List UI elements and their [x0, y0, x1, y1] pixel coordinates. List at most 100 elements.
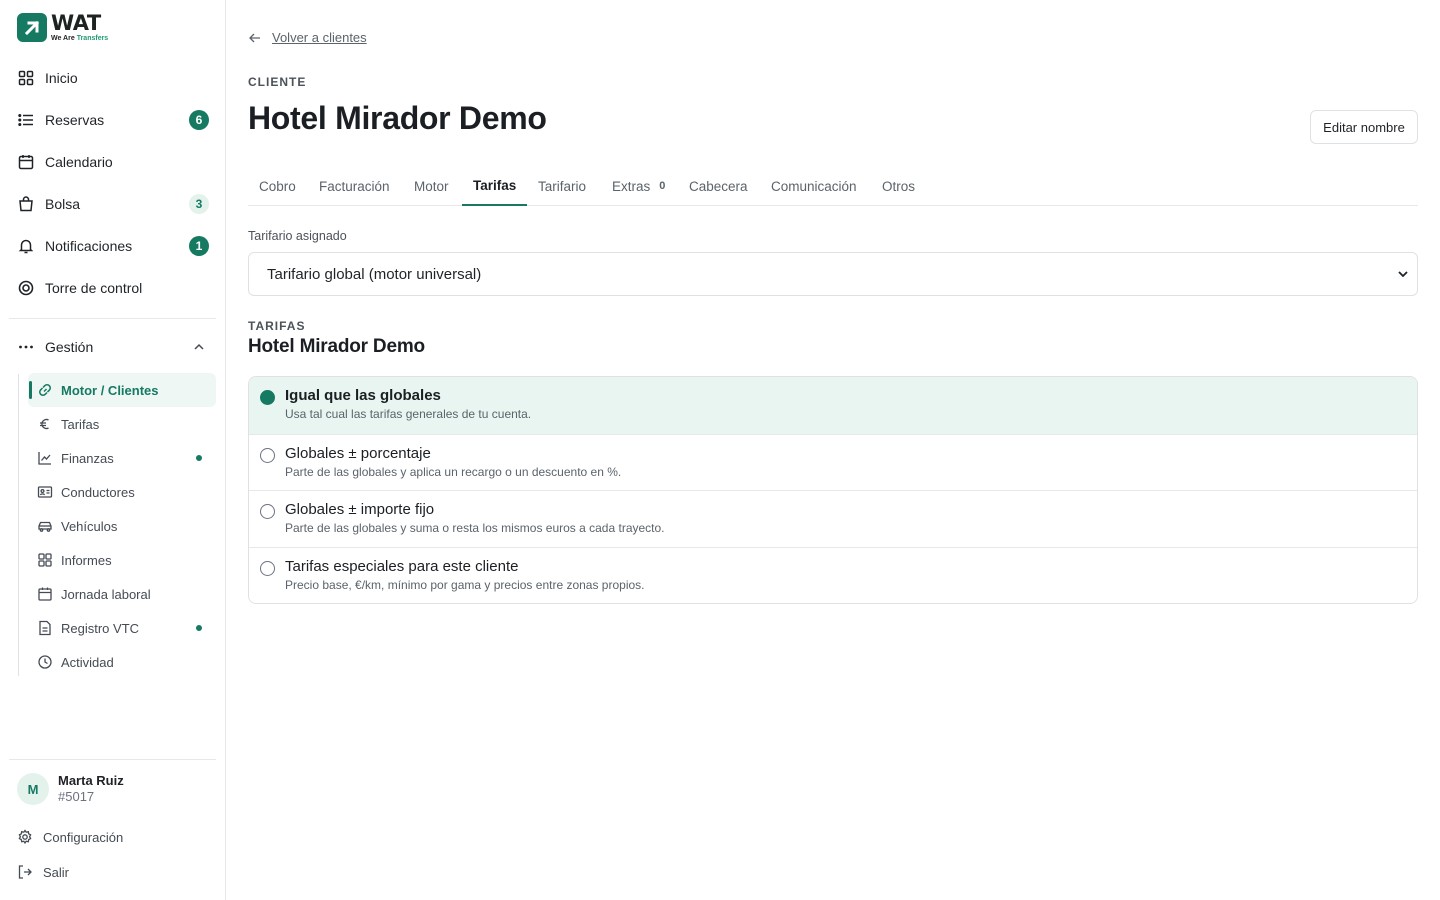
- brand-logo[interactable]: WAT We Are Transfers: [17, 13, 108, 42]
- radio-unselected[interactable]: [260, 561, 275, 576]
- bag-icon: [17, 195, 35, 213]
- sidebar-item-label: Informes: [61, 552, 112, 568]
- arrow-logo-icon: [17, 13, 47, 42]
- grid-icon: [17, 69, 35, 87]
- euro-icon: [37, 416, 53, 432]
- chart-icon: [37, 450, 53, 466]
- arrow-left-icon: [248, 31, 262, 45]
- nav-item-calendario[interactable]: Calendario: [17, 147, 209, 177]
- active-indicator: [29, 381, 32, 399]
- brand-tagline: We Are Transfers: [51, 35, 109, 42]
- configuracion-label: Configuración: [43, 829, 124, 845]
- user-id: #5017: [58, 789, 95, 804]
- option-igual-globales[interactable]: Igual que las globales Usa tal cual las …: [249, 377, 1417, 434]
- user-name: Marta Ruiz: [58, 773, 124, 789]
- sidebar-item-vehiculos[interactable]: Vehículos: [28, 509, 216, 543]
- option-description: Precio base, €/km, mínimo por gama y pre…: [285, 578, 645, 592]
- nav-item-notificaciones[interactable]: Notificaciones 1: [17, 231, 209, 261]
- grid-icon: [37, 552, 53, 568]
- sidebar-item-motor-clientes[interactable]: Motor / Clientes: [28, 373, 216, 407]
- sidebar-item-conductores[interactable]: Conductores: [28, 475, 216, 509]
- radio-unselected[interactable]: [260, 504, 275, 519]
- id-card-icon: [37, 484, 53, 500]
- radio-selected[interactable]: [260, 390, 275, 405]
- nav-item-torre-de-control[interactable]: Torre de control: [17, 273, 209, 303]
- more-icon: [17, 338, 35, 356]
- option-globales-importe-fijo[interactable]: Globales ± importe fijo Parte de las glo…: [249, 491, 1417, 547]
- back-to-clients-link[interactable]: Volver a clientes: [248, 30, 367, 45]
- reservas-count-badge: 6: [189, 110, 209, 130]
- nav-item-inicio[interactable]: Inicio: [17, 63, 209, 93]
- nav-label: Inicio: [45, 70, 78, 86]
- document-icon: [37, 620, 53, 636]
- nav-item-bolsa[interactable]: Bolsa 3: [17, 189, 209, 219]
- finanzas-status-dot: [196, 455, 202, 461]
- notificaciones-count-badge: 1: [189, 236, 209, 256]
- tab-cobro[interactable]: Cobro: [248, 166, 307, 206]
- nav-label: Torre de control: [45, 280, 143, 296]
- option-title: Tarifas especiales para este cliente: [285, 558, 519, 575]
- radio-unselected[interactable]: [260, 448, 275, 463]
- sidebar-item-label: Motor / Clientes: [61, 382, 159, 398]
- sidebar-item-finanzas[interactable]: Finanzas: [28, 441, 216, 475]
- tab-motor[interactable]: Motor: [403, 166, 460, 206]
- page-eyebrow: CLIENTE: [248, 75, 307, 89]
- gear-icon: [17, 829, 33, 845]
- configuracion-link[interactable]: Configuración: [17, 829, 123, 845]
- sidebar-divider: [9, 759, 216, 760]
- option-description: Parte de las globales y aplica un recarg…: [285, 465, 622, 479]
- nav-label: Reservas: [45, 112, 105, 128]
- nav-section-gestion[interactable]: Gestión: [17, 332, 209, 362]
- sidebar-item-registro-vtc[interactable]: Registro VTC: [28, 611, 216, 645]
- chevron-up-icon: [193, 341, 205, 353]
- calendar-icon: [37, 586, 53, 602]
- clock-icon: [37, 654, 53, 670]
- page-title: Hotel Mirador Demo: [248, 100, 547, 136]
- avatar: M: [17, 773, 49, 805]
- tab-otros[interactable]: Otros: [871, 166, 926, 206]
- calendar-icon: [17, 153, 35, 171]
- nav-label: Notificaciones: [45, 238, 133, 254]
- sidebar-item-label: Finanzas: [61, 450, 114, 466]
- edit-name-button[interactable]: Editar nombre: [1310, 110, 1418, 144]
- section-eyebrow: TARIFAS: [248, 319, 306, 333]
- tab-cabecera[interactable]: Cabecera: [678, 166, 759, 206]
- client-tabs: Cobro Facturación Motor Tarifas Tarifari…: [248, 166, 1418, 206]
- logout-label: Salir: [43, 864, 70, 880]
- tab-tarifas[interactable]: Tarifas: [462, 166, 528, 206]
- section-label: Gestión: [45, 339, 94, 355]
- option-globales-porcentaje[interactable]: Globales ± porcentaje Parte de las globa…: [249, 435, 1417, 491]
- option-title: Igual que las globales: [285, 387, 441, 404]
- logout-link[interactable]: Salir: [17, 864, 69, 880]
- nav-item-reservas[interactable]: Reservas 6: [17, 105, 209, 135]
- sidebar-item-actividad[interactable]: Actividad: [28, 645, 216, 679]
- logout-icon: [17, 864, 33, 880]
- option-tarifas-especiales[interactable]: Tarifas especiales para este cliente Pre…: [249, 548, 1417, 603]
- user-profile[interactable]: M Marta Ruiz #5017: [17, 773, 124, 805]
- sidebar-item-informes[interactable]: Informes: [28, 543, 216, 577]
- sidebar-item-label: Jornada laboral: [61, 586, 151, 602]
- tarifario-field-label: Tarifario asignado: [248, 229, 347, 243]
- tab-extras[interactable]: Extras 0: [601, 166, 676, 206]
- option-title: Globales ± importe fijo: [285, 501, 435, 518]
- option-title: Globales ± porcentaje: [285, 445, 431, 462]
- sidebar-item-tarifas[interactable]: Tarifas: [28, 407, 216, 441]
- tarifario-select-value: Tarifario global (motor universal): [267, 265, 482, 283]
- car-icon: [37, 518, 53, 534]
- link-icon: [37, 382, 53, 398]
- submenu-rail: [18, 374, 19, 676]
- tab-facturacion[interactable]: Facturación: [308, 166, 401, 206]
- sidebar-item-label: Registro VTC: [61, 620, 140, 636]
- option-description: Parte de las globales y suma o resta los…: [285, 521, 665, 535]
- nav-label: Calendario: [45, 154, 113, 170]
- brand-word: WAT: [51, 11, 101, 35]
- sidebar-divider: [9, 318, 216, 319]
- chevron-down-icon: [1397, 268, 1409, 280]
- tab-tarifario[interactable]: Tarifario: [527, 166, 597, 206]
- main-content: Volver a clientes CLIENTE Hotel Mirador …: [248, 0, 1418, 900]
- tab-comunicacion[interactable]: Comunicación: [760, 166, 868, 206]
- sidebar-item-jornada-laboral[interactable]: Jornada laboral: [28, 577, 216, 611]
- sidebar: WAT We Are Transfers Inicio Reservas 6 C…: [0, 0, 226, 900]
- sidebar-item-label: Conductores: [61, 484, 135, 500]
- tarifario-select[interactable]: Tarifario global (motor universal): [248, 252, 1418, 296]
